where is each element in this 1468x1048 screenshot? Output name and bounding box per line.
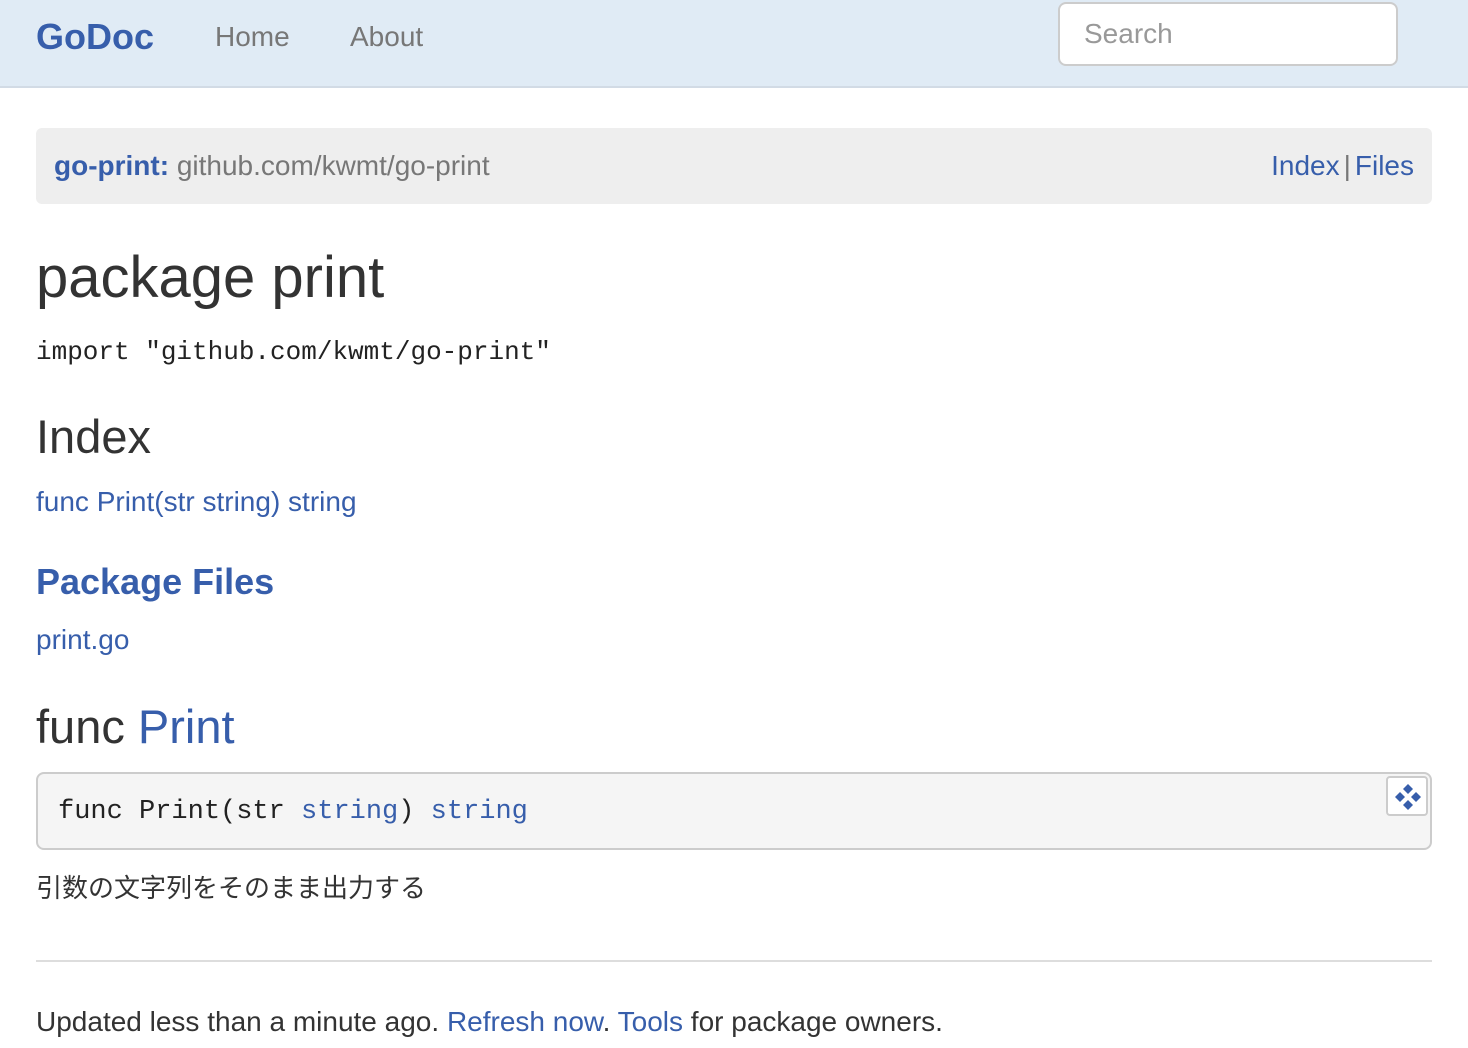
func-keyword: func <box>36 700 125 753</box>
func-description: 引数の文字列をそのまま出力する <box>36 874 427 904</box>
func-print-heading: func Print <box>36 700 235 754</box>
return-type-link[interactable]: string <box>431 797 528 827</box>
top-navbar: GoDoc Home About <box>0 0 1468 88</box>
expand-diamond-icon[interactable] <box>1386 776 1428 816</box>
import-path-text: github.com/kwmt/go-print <box>176 150 490 181</box>
func-signature-block: func Print(str string) string <box>36 772 1432 850</box>
import-statement: import "github.com/kwmt/go-print" <box>36 337 551 367</box>
package-name-link[interactable]: go-print: <box>54 150 169 181</box>
page-title: package print <box>36 245 385 310</box>
signature-prefix: func Print(str <box>58 797 302 827</box>
brand-logo-link[interactable]: GoDoc <box>36 16 154 58</box>
breadcrumb-separator: | <box>1343 150 1351 181</box>
tools-link[interactable]: Tools <box>618 1006 683 1037</box>
footer-updated-text: Updated less than a minute ago. <box>36 1006 440 1037</box>
refresh-now-link[interactable]: Refresh now <box>447 1006 603 1037</box>
footer-period: . <box>602 1006 611 1037</box>
file-link-print-go[interactable]: print.go <box>36 623 129 657</box>
footer: Updated less than a minute ago. Refresh … <box>36 1005 943 1039</box>
expand-diamond-svg <box>1395 784 1421 810</box>
files-jump-link[interactable]: Files <box>1355 150 1414 181</box>
nav-home-link[interactable]: Home <box>215 20 290 54</box>
func-signature-code: func Print(str string) string <box>58 796 528 828</box>
search-input[interactable] <box>1058 2 1398 66</box>
breadcrumb-nav: Index | Files <box>1271 149 1414 183</box>
nav-about-link[interactable]: About <box>350 20 423 54</box>
index-heading: Index <box>36 410 151 463</box>
index-entry-print-link[interactable]: func Print(str string) string <box>36 485 357 519</box>
footer-divider <box>36 960 1432 962</box>
footer-owners-text: for package owners. <box>690 1006 943 1037</box>
index-jump-link[interactable]: Index <box>1271 150 1340 181</box>
param-type-link[interactable]: string <box>301 797 398 827</box>
package-breadcrumb: go-print: github.com/kwmt/go-print Index… <box>36 128 1432 204</box>
breadcrumb-path: go-print: github.com/kwmt/go-print <box>54 149 490 183</box>
package-files-heading-link[interactable]: Package Files <box>36 560 274 604</box>
func-print-source-link[interactable]: Print <box>138 700 235 753</box>
signature-middle: ) <box>398 797 431 827</box>
